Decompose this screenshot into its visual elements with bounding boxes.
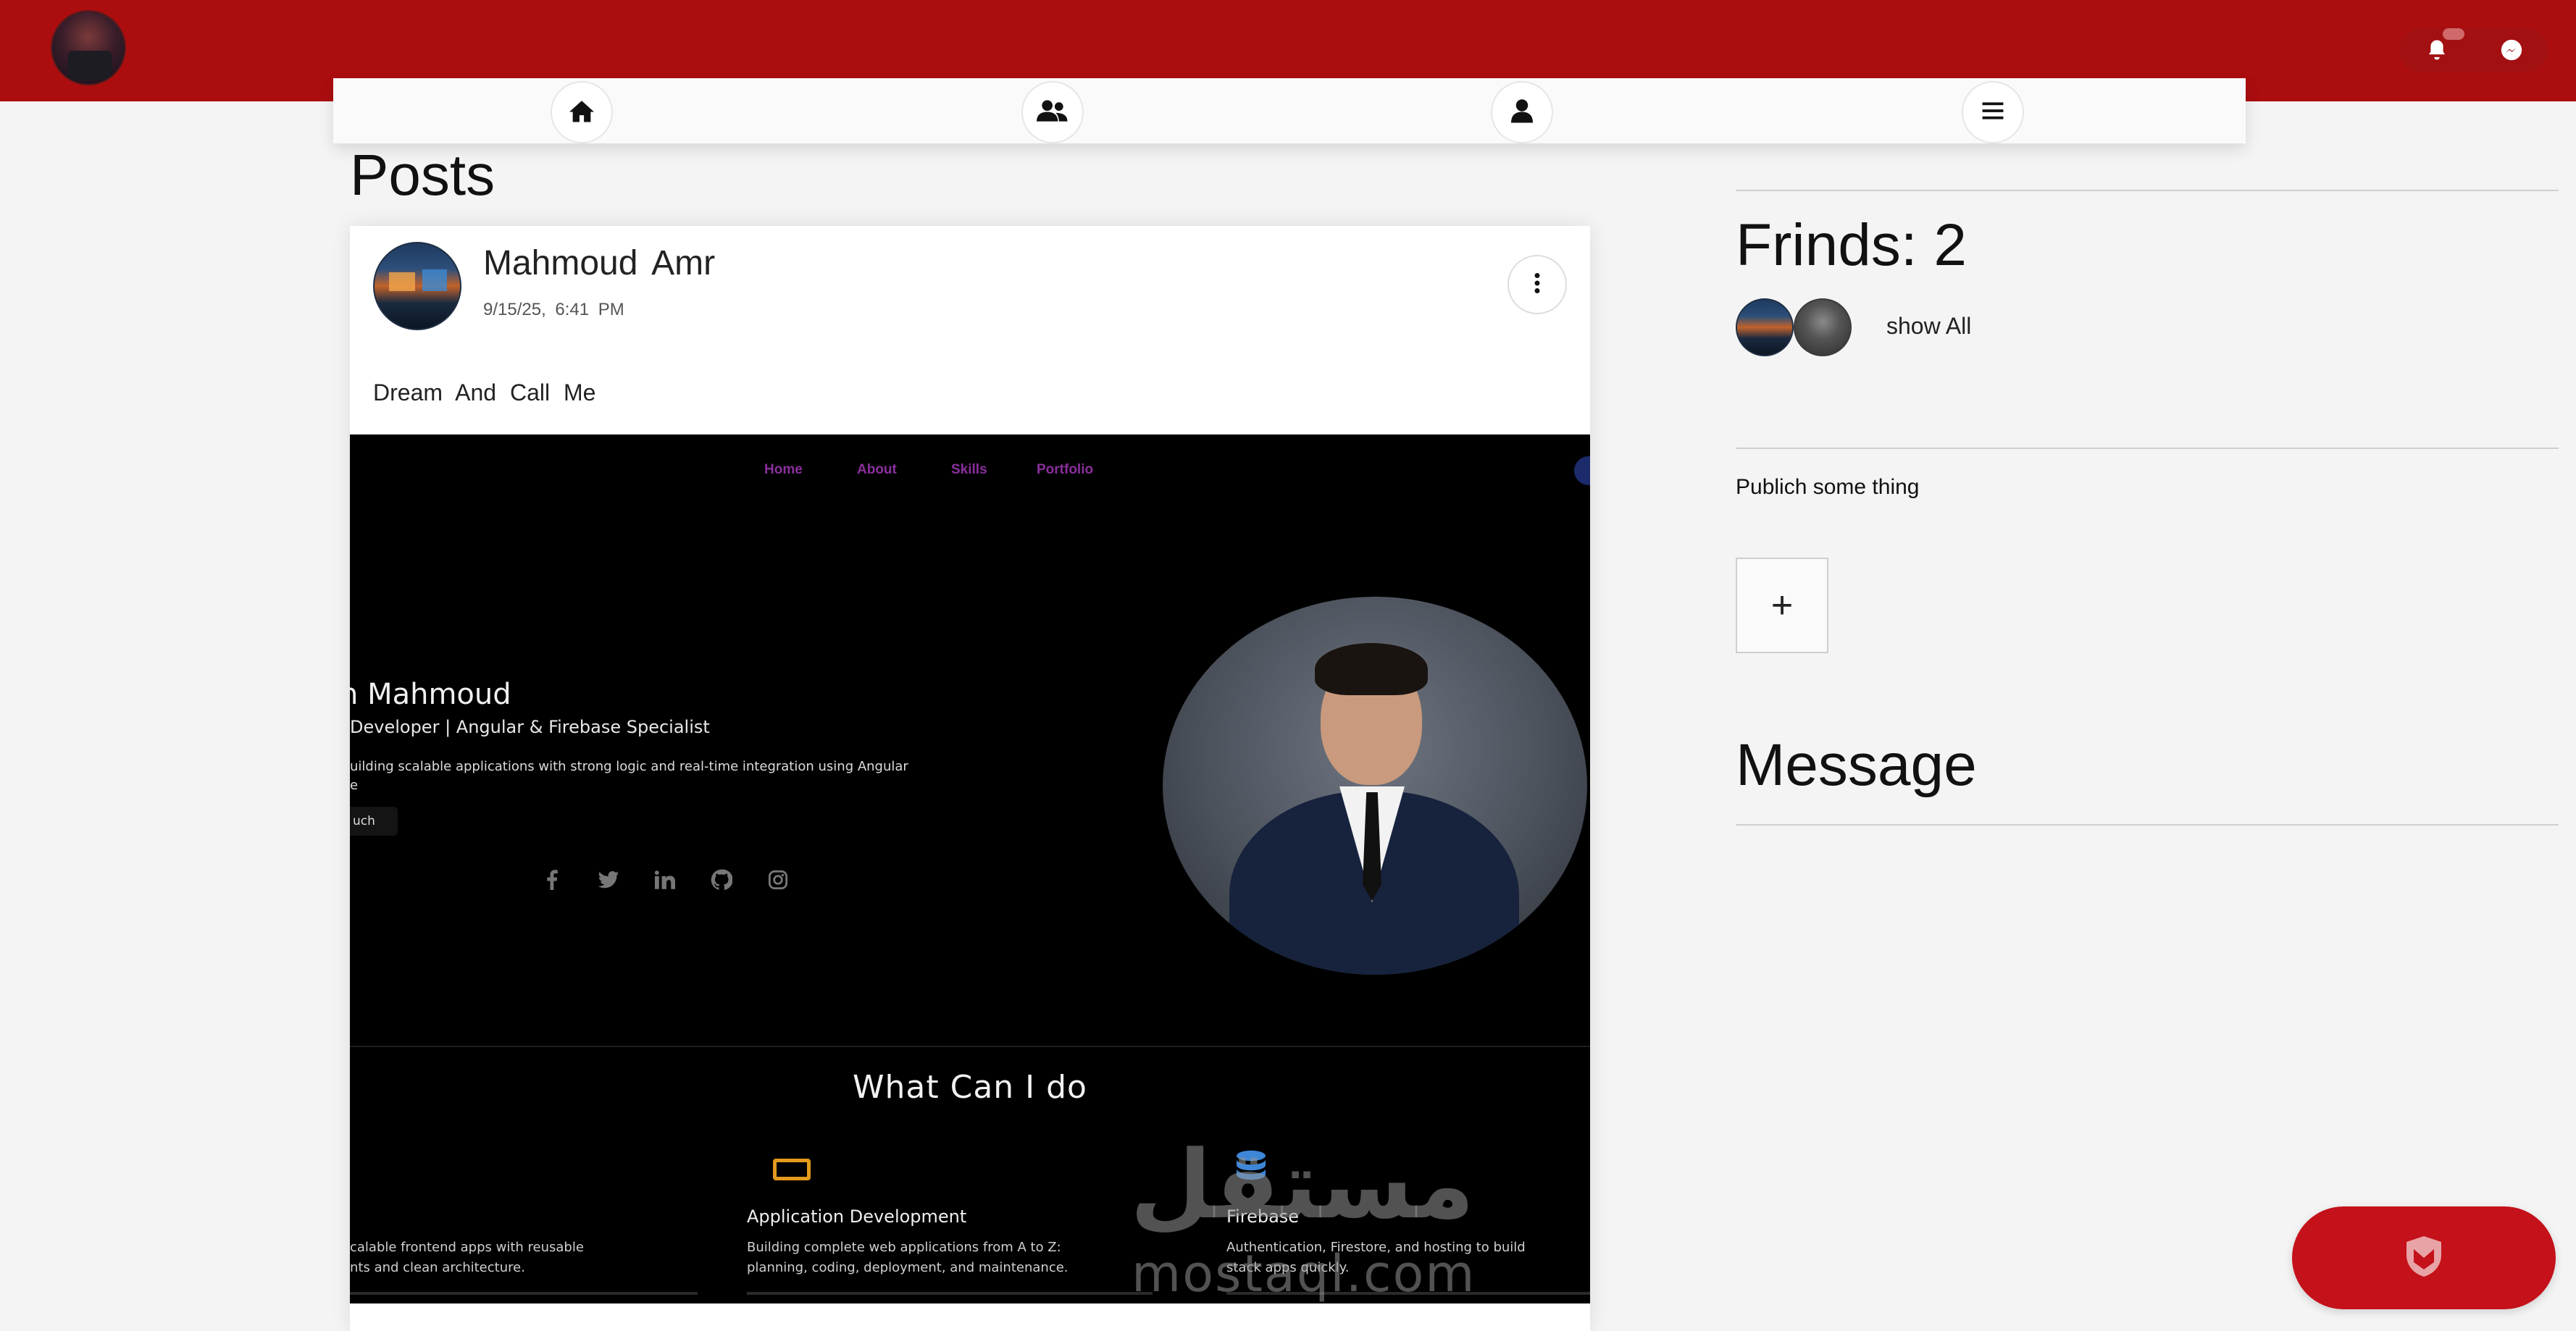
more-vertical-icon (1534, 272, 1541, 298)
image-hero-role: Developer | Angular & Firebase Specialis… (350, 717, 710, 737)
post-options-button[interactable] (1507, 255, 1567, 314)
users-icon (1037, 98, 1069, 127)
message-title: Message (1736, 732, 1977, 798)
friend-avatar-2[interactable] (1794, 298, 1852, 356)
image-hero-button: uch (350, 807, 398, 836)
image-nav-about: About (857, 462, 897, 477)
image-hero-name: n Mahmoud (350, 678, 511, 711)
home-icon (568, 98, 595, 127)
image-hero-desc-1: uilding scalable applications with stron… (350, 759, 908, 774)
nav-menu-button[interactable] (1962, 81, 2024, 143)
notification-badge (2442, 28, 2464, 40)
image-service-title-2: Application Development (747, 1206, 967, 1227)
image-service-desc-1a: calable frontend apps with reusable (350, 1240, 584, 1255)
profile-avatar[interactable] (51, 10, 126, 85)
nav-home-button[interactable] (551, 81, 613, 143)
image-service-underline-1 (350, 1292, 698, 1295)
watermark-latin: mostaql.com (1132, 1244, 1476, 1303)
menu-icon (1982, 101, 2004, 124)
post-text: Dream And Call Me (373, 379, 596, 406)
post-date: 9/15/25, 6:41 PM (483, 300, 624, 319)
nav-profile-button[interactable] (1491, 81, 1553, 143)
friend-avatar-1[interactable] (1736, 298, 1794, 356)
image-hero-desc-2: e (350, 778, 359, 793)
sidebar-divider-mid (1736, 448, 2559, 449)
posts-title: Posts (350, 143, 495, 207)
image-service-underline-2 (747, 1292, 1153, 1295)
twitter-icon (596, 868, 621, 892)
image-portrait (1163, 597, 1587, 975)
instagram-icon (766, 868, 790, 892)
image-nav-home: Home (764, 462, 803, 477)
image-service-desc-2b: planning, coding, deployment, and mainte… (747, 1260, 1069, 1275)
publish-label: Publich some thing (1736, 475, 1920, 499)
main-nav (333, 78, 2246, 143)
image-service-desc-1b: nts and clean architecture. (350, 1260, 525, 1275)
facebook-icon (540, 868, 564, 892)
user-icon (1511, 98, 1533, 127)
friends-title: Frinds: 2 (1736, 212, 1967, 278)
post-author-name[interactable]: Mahmoud Amr (483, 243, 715, 283)
image-social-icons (540, 868, 790, 892)
image-nav: Home About Skills Portfolio (350, 462, 1590, 484)
security-shield-button[interactable] (2292, 1206, 2556, 1309)
image-nav-skills: Skills (951, 462, 987, 477)
linkedin-icon (653, 868, 677, 892)
image-section-title: What Can I do (853, 1069, 1087, 1106)
code-icon (773, 1159, 811, 1180)
sidebar-divider-bottom (1736, 824, 2559, 826)
show-all-friends-link[interactable]: show All (1886, 313, 1971, 340)
image-nav-portfolio: Portfolio (1037, 462, 1094, 477)
image-service-desc-2a: Building complete web applications from … (747, 1240, 1061, 1255)
bell-icon[interactable] (2421, 28, 2464, 66)
watermark-arabic: مستقل (1130, 1130, 1475, 1240)
sidebar-divider-top (1736, 190, 2559, 191)
messenger-icon[interactable] (2496, 34, 2527, 66)
nav-friends-button[interactable] (1021, 81, 1084, 143)
image-divider (350, 1046, 1590, 1047)
header-actions (2399, 28, 2548, 72)
shield-icon (2404, 1235, 2444, 1282)
post-author-avatar[interactable] (373, 242, 461, 330)
add-post-button[interactable]: + (1736, 558, 1828, 653)
github-icon (709, 868, 734, 892)
